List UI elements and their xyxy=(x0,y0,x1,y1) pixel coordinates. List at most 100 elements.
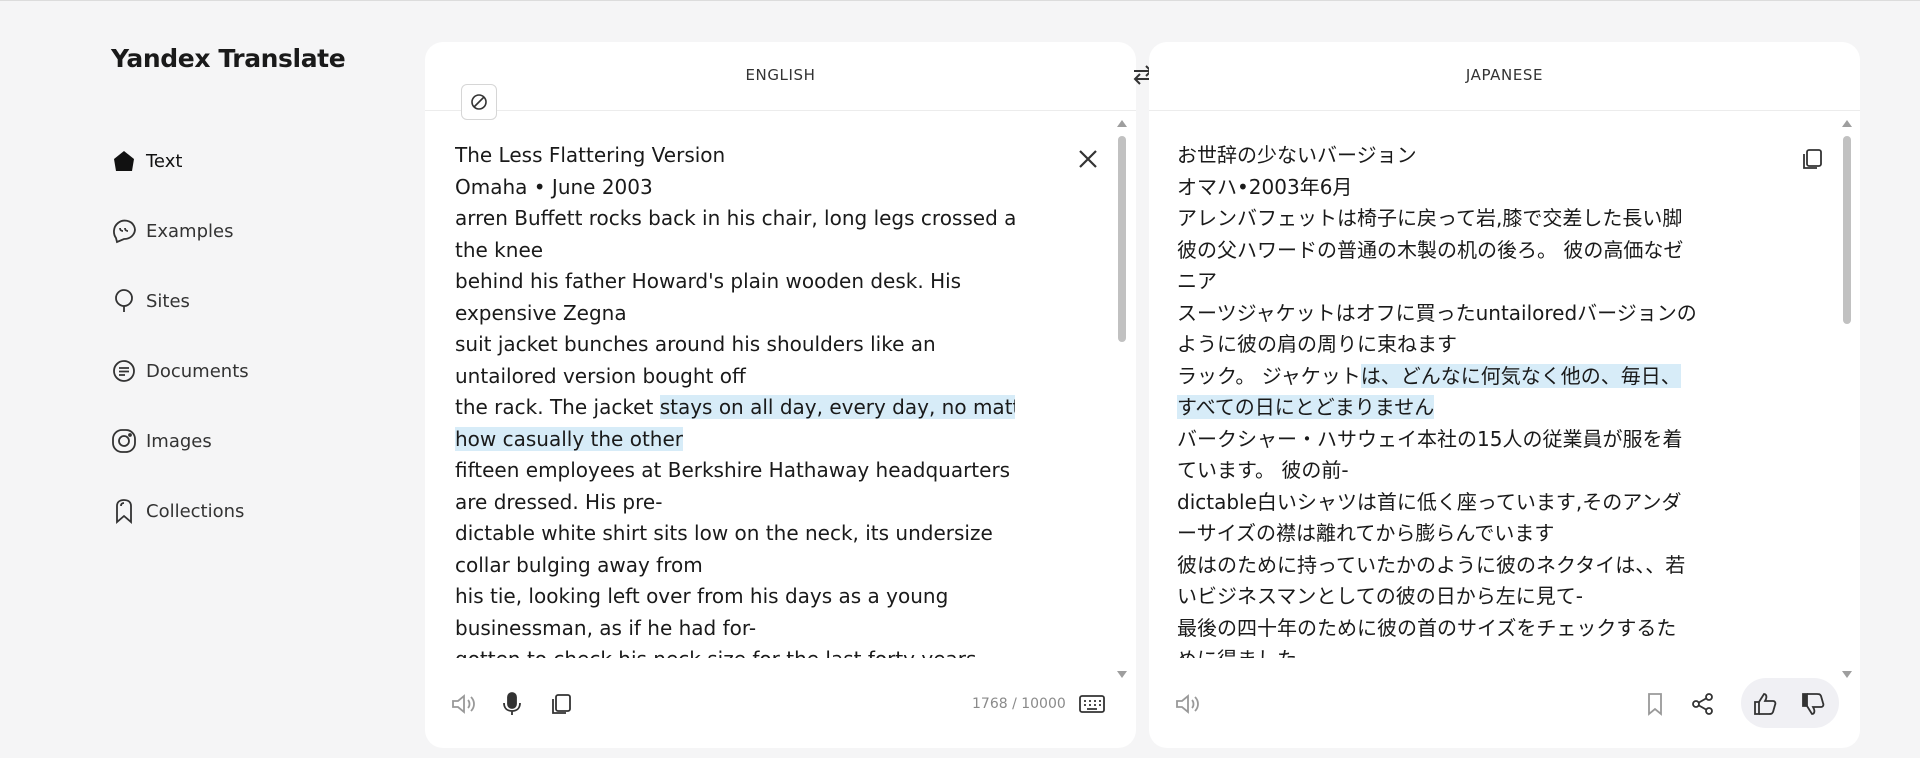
copy-source-button[interactable] xyxy=(543,686,579,722)
voice-input-button[interactable] xyxy=(494,686,530,722)
sidebar-item-label: Images xyxy=(146,430,212,452)
highlighted-segment: すべての日にとどまりません xyxy=(1177,395,1435,419)
text-segment: ラック。 ジャケット xyxy=(1177,363,1361,388)
text-line: 彼はのために持っていたかのように彼のネクタイは、、若 xyxy=(1177,550,1767,582)
text-line: スーツジャケットはオフに買ったuntailoredバージョンの xyxy=(1177,298,1767,330)
text-line: ように彼の肩の周りに束ねます xyxy=(1177,329,1767,361)
thumbs-down-button[interactable] xyxy=(1795,686,1831,722)
text-line: The Less Flattering Version xyxy=(455,140,1015,172)
text-segment: 彼はのために持っていたかのように彼のネクタイは、、若 xyxy=(1177,552,1686,577)
text-segment: collar bulging away from xyxy=(455,552,703,577)
text-segment: the knee xyxy=(455,237,544,262)
source-panel: ENGLISH The Less Flattering Version Omaha… xyxy=(425,42,1136,748)
text-line: 最後の四十年のために彼の首のサイズをチェックするた xyxy=(1177,613,1767,645)
copy-translation-top-button[interactable] xyxy=(1797,144,1827,174)
scroll-down-arrow[interactable] xyxy=(1842,671,1852,678)
app-title: Yandex Translate xyxy=(111,44,346,73)
listen-translation-button[interactable] xyxy=(1169,686,1205,722)
text-line: めに得ました xyxy=(1177,644,1767,658)
sidebar-item-documents[interactable]: Documents xyxy=(110,336,249,406)
scroll-thumb[interactable] xyxy=(1118,136,1126,342)
text-line: untailored version bought off xyxy=(455,361,1015,393)
text-line: Omaha • June 2003 xyxy=(455,172,1015,204)
bulb-icon xyxy=(110,287,138,315)
text-line: dictable白いシャツは首に低く座っています,そのアンダ xyxy=(1177,487,1767,519)
text-segment: fifteen employees at Berkshire Hathaway … xyxy=(455,458,1011,482)
thumbs-up-button[interactable] xyxy=(1747,686,1783,722)
sidebar-item-label: Collections xyxy=(146,500,245,522)
text-line: オマハ•2003年6月 xyxy=(1177,172,1767,204)
sidebar-item-text[interactable]: Text xyxy=(110,126,249,196)
text-segment: バークシャー・ハサウェイ本社の15人の従業員が服を着 xyxy=(1177,426,1683,451)
text-line: collar bulging away from xyxy=(455,550,1015,582)
text-line: 彼の父ハワードの普通の木製の机の後ろ。 彼の高価なゼ xyxy=(1177,235,1767,267)
target-language-selector[interactable]: JAPANESE xyxy=(1149,66,1860,84)
listen-source-button[interactable] xyxy=(445,686,481,722)
sidebar-item-label: Documents xyxy=(146,360,249,382)
virtual-keyboard-button[interactable] xyxy=(1074,686,1110,722)
copy-icon xyxy=(1803,149,1822,169)
text-line: the rack. The jacket stays on all day, e… xyxy=(455,392,1015,424)
text-line: fifteen employees at Berkshire Hathaway … xyxy=(455,455,1015,487)
text-segment: the rack. The jacket xyxy=(455,395,660,419)
text-segment: his tie, looking left over from his days… xyxy=(455,584,949,608)
text-line: how casually the other xyxy=(455,424,1015,456)
text-line: いビジネスマンとしての彼の日から左に見て- xyxy=(1177,581,1767,613)
text-segment: いビジネスマンとしての彼の日から左に見て- xyxy=(1177,584,1584,608)
text-segment: businessman, as if he had for- xyxy=(455,615,757,640)
sidebar-item-label: Text xyxy=(146,150,183,172)
auto-detect-off-button[interactable] xyxy=(461,84,497,120)
bookmark-icon xyxy=(1648,693,1662,716)
text-segment: behind his father Howard's plain wooden … xyxy=(455,269,962,293)
text-line: behind his father Howard's plain wooden … xyxy=(455,266,1015,298)
home-icon xyxy=(110,147,138,175)
scroll-up-arrow[interactable] xyxy=(1842,120,1852,127)
text-line: バークシャー・ハサウェイ本社の15人の従業員が服を着 xyxy=(1177,424,1767,456)
translation-panel: JAPANESE お世辞の少ないバージョン オマハ•2003年6月 アレンバフェット… xyxy=(1149,42,1860,748)
highlighted-segment: は、どんなに何気なく他の、毎日、 xyxy=(1360,363,1681,388)
sidebar-item-sites[interactable]: Sites xyxy=(110,266,249,336)
text-segment: gotten to check his neck size for the la… xyxy=(455,647,983,658)
close-icon xyxy=(1079,150,1097,168)
sidebar-item-images[interactable]: Images xyxy=(110,406,249,476)
text-line: すべての日にとどまりません xyxy=(1177,392,1767,424)
sidebar-item-label: Sites xyxy=(146,290,190,312)
text-segment: 彼の父ハワードの普通の木製の机の後ろ。 彼の高価なゼ xyxy=(1177,237,1684,262)
text-segment: Omaha • June 2003 xyxy=(455,174,653,199)
text-line: ニア xyxy=(1177,266,1767,298)
text-segment: are dressed. His pre- xyxy=(455,489,663,514)
bookmark-icon xyxy=(110,497,138,525)
translation-scrollbar[interactable] xyxy=(1841,118,1853,680)
text-segment: arren Buffett rocks back in his chair, l… xyxy=(455,206,1015,230)
source-scrollbar[interactable] xyxy=(1116,118,1128,680)
add-to-collection-button[interactable] xyxy=(1637,686,1673,722)
clear-text-button[interactable] xyxy=(1073,144,1103,174)
text-segment: expensive Zegna xyxy=(455,300,627,325)
source-text-area[interactable]: The Less Flattering Version Omaha • June … xyxy=(455,140,1015,658)
scroll-down-arrow[interactable] xyxy=(1117,671,1127,678)
text-segment: お世辞の少ないバージョン xyxy=(1177,143,1417,167)
text-line: dictable white shirt sits low on the nec… xyxy=(455,518,1015,550)
text-line: gotten to check his neck size for the la… xyxy=(455,644,1015,658)
scroll-thumb[interactable] xyxy=(1843,136,1851,324)
text-line: his tie, looking left over from his days… xyxy=(455,581,1015,613)
character-counter: 1768 / 10000 xyxy=(972,696,1066,712)
text-line: suit jacket bunches around his shoulders… xyxy=(455,329,1015,361)
text-segment: dictable white shirt sits low on the nec… xyxy=(455,521,993,545)
text-segment: ニア xyxy=(1177,269,1217,293)
text-segment: dictable白いシャツは首に低く座っています,そのアンダ xyxy=(1177,489,1682,514)
sidebar-item-label: Examples xyxy=(146,220,234,242)
text-line: expensive Zegna xyxy=(455,298,1015,330)
source-language-selector[interactable]: ENGLISH xyxy=(425,66,1136,84)
text-segment: 最後の四十年のために彼の首のサイズをチェックするた xyxy=(1177,615,1677,640)
scroll-up-arrow[interactable] xyxy=(1117,120,1127,127)
sidebar-item-collections[interactable]: Collections xyxy=(110,476,249,546)
text-line: arren Buffett rocks back in his chair, l… xyxy=(455,203,1015,235)
share-button[interactable] xyxy=(1685,686,1721,722)
text-segment: ように彼の肩の周りに束ねます xyxy=(1177,332,1457,356)
chat-bubbles-icon xyxy=(110,217,138,245)
sidebar-nav: Text Examples Sites Documents Images Col… xyxy=(110,126,249,546)
text-line: businessman, as if he had for- xyxy=(455,613,1015,645)
text-segment: ています。 彼の前- xyxy=(1177,458,1349,482)
sidebar-item-examples[interactable]: Examples xyxy=(110,196,249,266)
